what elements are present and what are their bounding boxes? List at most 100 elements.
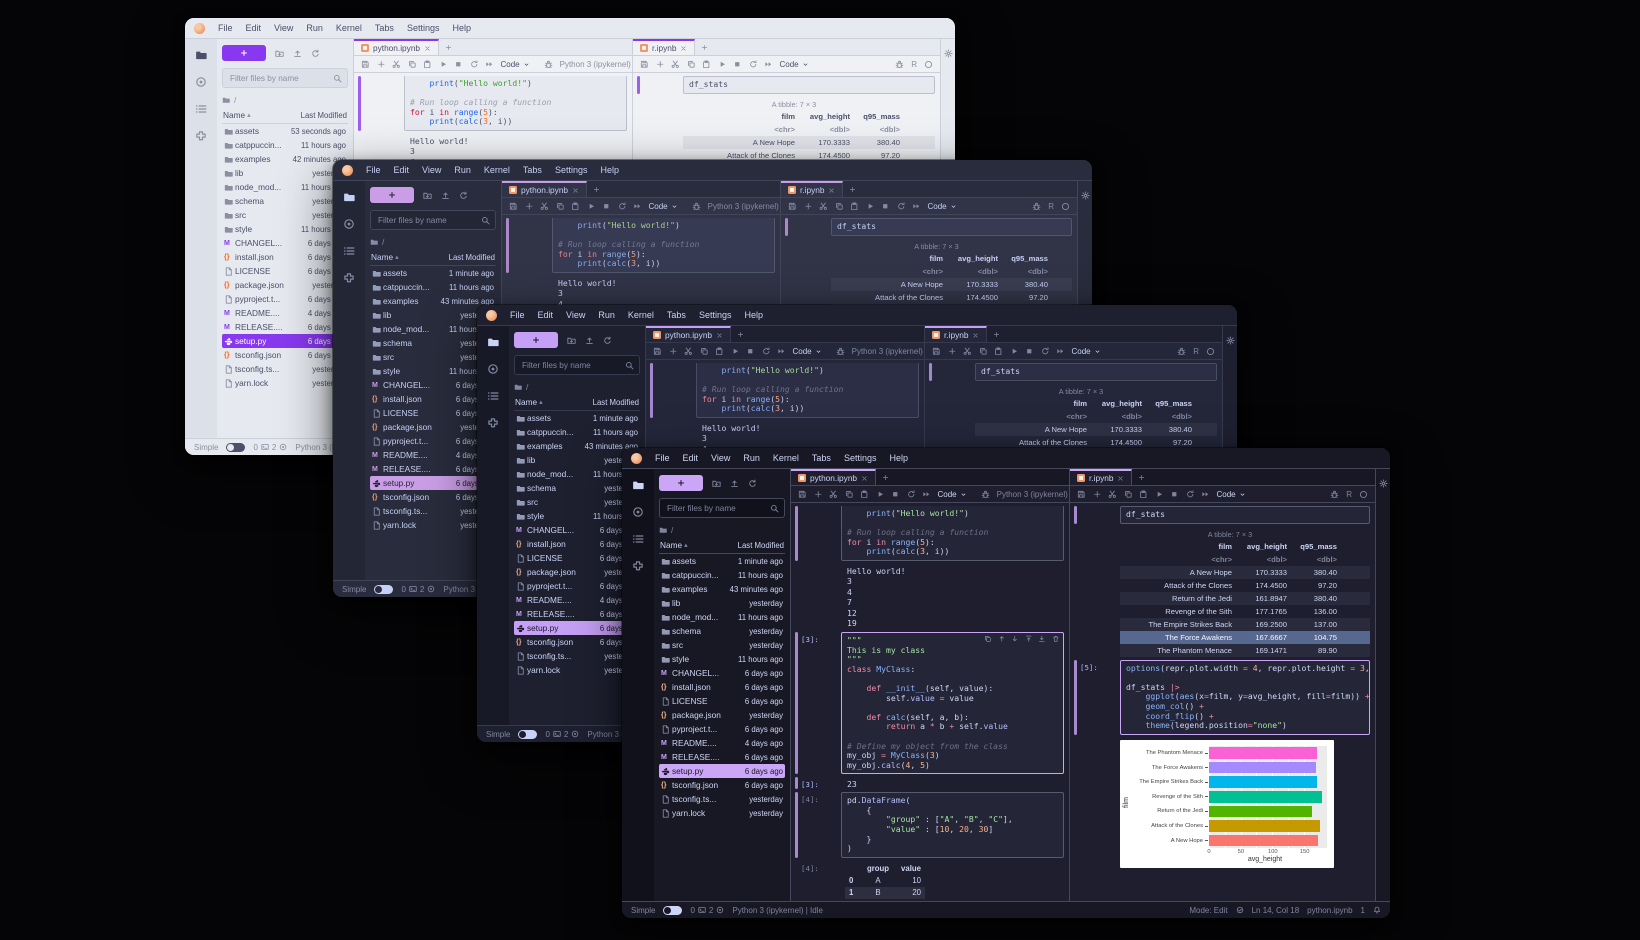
- file-row[interactable]: pyproject.t...6 days ago: [222, 292, 348, 306]
- cell-type-dropdown[interactable]: Code: [1072, 347, 1101, 356]
- restart-run-all-button[interactable]: [764, 60, 773, 69]
- code-cell-loop[interactable]: print("Hello world!") # Run loop calling…: [795, 506, 1064, 561]
- run-button[interactable]: [587, 202, 596, 211]
- copy-cell-button[interactable]: [556, 202, 565, 211]
- cursor-position[interactable]: Ln 14, Col 18: [1252, 906, 1300, 915]
- restart-kernel-button[interactable]: [749, 60, 758, 69]
- menu-view[interactable]: View: [711, 453, 730, 463]
- cell-collapser[interactable]: [358, 76, 361, 131]
- file-row[interactable]: yarn.lockyesterday: [222, 376, 348, 390]
- copy-cell-button[interactable]: [845, 490, 854, 499]
- restart-kernel-button[interactable]: [897, 202, 906, 211]
- simple-mode-toggle[interactable]: [226, 443, 245, 452]
- new-folder-button[interactable]: [423, 191, 432, 200]
- table-of-contents-icon[interactable]: [487, 390, 499, 402]
- stop-button[interactable]: [733, 60, 742, 69]
- filter-files-box[interactable]: [222, 68, 348, 88]
- insert-cell-button[interactable]: [814, 490, 823, 499]
- column-name[interactable]: Name ▴: [660, 540, 688, 550]
- menu-file[interactable]: File: [366, 165, 381, 175]
- property-inspector-icon[interactable]: [1379, 475, 1388, 493]
- file-row[interactable]: assets1 minute ago: [514, 411, 640, 425]
- file-row[interactable]: pyproject.t...6 days ago: [659, 722, 785, 736]
- table-row[interactable]: A New Hope170.3333380.40: [683, 136, 935, 149]
- table-row[interactable]: Revenge of the Sith177.1765136.00: [1120, 605, 1370, 618]
- paste-cell-button[interactable]: [571, 202, 580, 211]
- save-button[interactable]: [653, 347, 662, 356]
- column-last-modified[interactable]: Last Modified: [738, 541, 784, 550]
- menu-view[interactable]: View: [566, 310, 585, 320]
- filter-files-box[interactable]: [659, 498, 785, 518]
- table-row[interactable]: Attack of the Clones174.450097.20: [975, 436, 1217, 449]
- file-row[interactable]: catppuccin...11 hours ago: [514, 425, 640, 439]
- close-tab-icon[interactable]: [972, 332, 979, 339]
- debugger-icon[interactable]: [692, 202, 701, 211]
- paste-cell-button[interactable]: [994, 347, 1003, 356]
- tab-python-ipynb[interactable]: python.ipynb: [354, 39, 439, 55]
- refresh-button[interactable]: [603, 336, 612, 345]
- running-kernels-icon[interactable]: [195, 76, 207, 88]
- new-tab-button[interactable]: [987, 326, 1006, 342]
- column-last-modified[interactable]: Last Modified: [301, 111, 347, 120]
- file-row[interactable]: {}package.jsonyesterday: [659, 708, 785, 722]
- paste-cell-button[interactable]: [715, 347, 724, 356]
- close-tab-icon[interactable]: [1117, 475, 1124, 482]
- code-cell-dataframe[interactable]: [4]: pd.DataFrame( { "group" : ["A", "B"…: [795, 792, 1064, 858]
- table-of-contents-icon[interactable]: [195, 103, 207, 115]
- cell-collapser[interactable]: [785, 218, 788, 236]
- running-kernels-icon[interactable]: [487, 363, 499, 375]
- copy-cell-button[interactable]: [687, 60, 696, 69]
- code-cell-loop[interactable]: print("Hello world!") # Run loop calling…: [506, 218, 775, 273]
- table-row[interactable]: A New Hope170.3333380.40: [975, 423, 1217, 436]
- breadcrumb[interactable]: /: [659, 523, 785, 537]
- table-row[interactable]: The Empire Strikes Back169.2500137.00: [1120, 618, 1370, 631]
- file-browser-tab-icon[interactable]: [195, 49, 207, 61]
- column-last-modified[interactable]: Last Modified: [593, 398, 639, 407]
- file-row[interactable]: assets1 minute ago: [370, 266, 496, 280]
- menu-run[interactable]: Run: [306, 23, 323, 33]
- filter-files-input[interactable]: [228, 73, 333, 84]
- file-row[interactable]: {}tsconfig.json6 days ago: [659, 778, 785, 792]
- cell-type-dropdown[interactable]: Code: [793, 347, 822, 356]
- filter-files-input[interactable]: [665, 503, 770, 514]
- new-tab-button[interactable]: [439, 39, 458, 55]
- paste-cell-button[interactable]: [702, 60, 711, 69]
- delete-cell-icon[interactable]: [1052, 635, 1060, 643]
- cell-collapser[interactable]: [506, 218, 509, 273]
- terminals-kernels-count[interactable]: 0 2: [690, 906, 724, 915]
- menu-kernel[interactable]: Kernel: [336, 23, 362, 33]
- cell-type-dropdown[interactable]: Code: [938, 490, 967, 499]
- refresh-button[interactable]: [311, 49, 320, 58]
- code-cell-ggplot[interactable]: [5]: options(repr.plot.width = 4, repr.p…: [1074, 660, 1370, 735]
- cut-cell-button[interactable]: [963, 347, 972, 356]
- file-row[interactable]: catppuccin...11 hours ago: [659, 568, 785, 582]
- stop-button[interactable]: [891, 490, 900, 499]
- file-row[interactable]: examples42 minutes ago: [222, 152, 348, 166]
- file-browser-tab-icon[interactable]: [343, 191, 355, 203]
- cell-collapser[interactable]: [1074, 506, 1077, 524]
- run-button[interactable]: [866, 202, 875, 211]
- breadcrumb[interactable]: /: [514, 380, 640, 394]
- file-row[interactable]: assets53 seconds ago: [222, 124, 348, 138]
- run-button[interactable]: [731, 347, 740, 356]
- upload-button[interactable]: [585, 336, 594, 345]
- cell-type-dropdown[interactable]: Code: [780, 60, 809, 69]
- tab-r-ipynb[interactable]: r.ipynb: [1070, 469, 1132, 485]
- table-row[interactable]: The Phantom Menace169.147189.90: [1120, 644, 1370, 657]
- new-folder-button[interactable]: [567, 336, 576, 345]
- stop-button[interactable]: [746, 347, 755, 356]
- running-kernels-icon[interactable]: [343, 218, 355, 230]
- menu-kernel[interactable]: Kernel: [773, 453, 799, 463]
- filter-files-box[interactable]: [514, 355, 640, 375]
- menu-help[interactable]: Help: [452, 23, 471, 33]
- cut-cell-button[interactable]: [819, 202, 828, 211]
- file-row[interactable]: examples43 minutes ago: [370, 294, 496, 308]
- cell-type-dropdown[interactable]: Code: [649, 202, 678, 211]
- filter-files-box[interactable]: [370, 210, 496, 230]
- menu-kernel[interactable]: Kernel: [628, 310, 654, 320]
- file-row[interactable]: examples43 minutes ago: [659, 582, 785, 596]
- extensions-icon[interactable]: [195, 130, 207, 142]
- new-tab-button[interactable]: [1132, 469, 1151, 485]
- new-launcher-button[interactable]: [370, 187, 414, 203]
- refresh-button[interactable]: [748, 479, 757, 488]
